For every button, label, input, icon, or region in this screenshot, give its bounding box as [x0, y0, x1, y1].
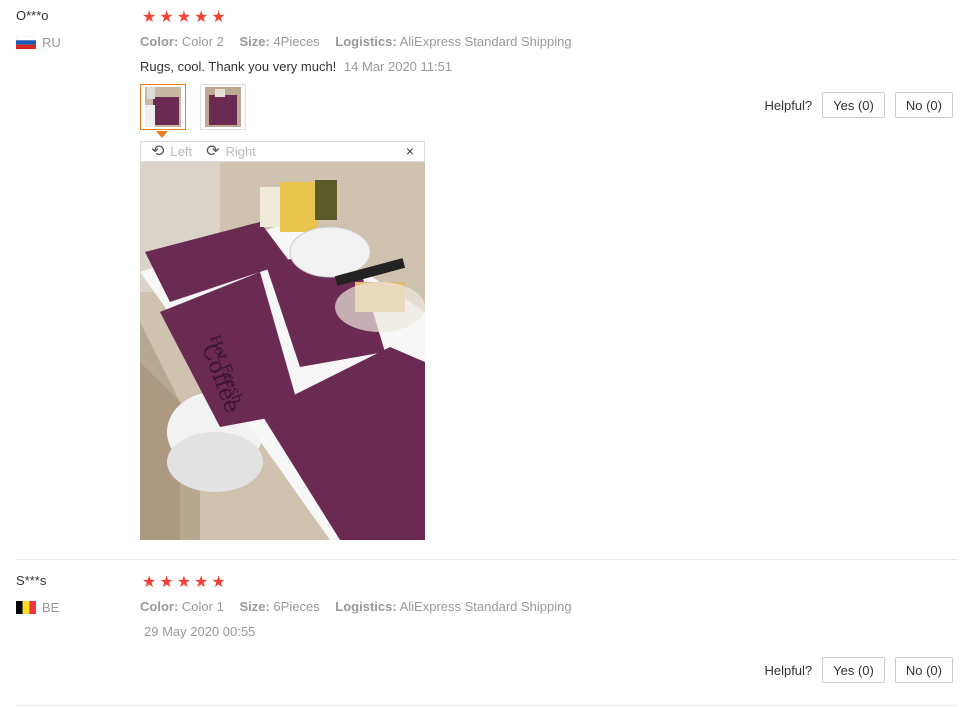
logistics-value: AliExpress Standard Shipping — [399, 599, 572, 614]
helpful-no-button[interactable]: No (0) — [894, 657, 953, 683]
reviewer-country: RU — [16, 35, 61, 50]
helpful-voting: Helpful? Yes (0) No (0) — [764, 92, 953, 118]
review-photo-image: Hot Fresh Coffee — [140, 162, 425, 540]
rotate-left-icon[interactable]: ⟲ — [151, 143, 164, 160]
review-item: S***s BE ★ ★ ★ ★ ★ Color: Color 1 Size: … — [0, 565, 975, 707]
photo-viewer-toolbar: ⟲ Left ⟳ Right × — [140, 141, 425, 162]
photo-thumbnail[interactable] — [200, 84, 246, 130]
star-icon: ★ — [159, 574, 174, 591]
review-photo: Hot Fresh Coffee — [140, 162, 425, 540]
photo-thumbnail[interactable] — [140, 84, 186, 130]
logistics-value: AliExpress Standard Shipping — [399, 34, 572, 49]
russia-flag-icon — [16, 36, 36, 49]
country-code: BE — [42, 600, 60, 615]
helpful-voting: Helpful? Yes (0) No (0) — [764, 657, 953, 683]
reviewer-country: BE — [16, 600, 59, 615]
helpful-label: Helpful? — [764, 97, 813, 113]
star-rating: ★ ★ ★ ★ ★ — [142, 10, 226, 26]
color-key: Color: — [140, 599, 179, 614]
review-date: 14 Mar 2020 11:51 — [343, 59, 453, 74]
thumbnail-pointer — [156, 131, 168, 138]
size-value: 6Pieces — [273, 599, 320, 614]
size-key: Size: — [239, 34, 270, 49]
review-divider — [16, 559, 958, 560]
rotate-right-icon[interactable]: ⟳ — [206, 143, 219, 160]
helpful-label: Helpful? — [764, 662, 813, 678]
color-value: Color 2 — [181, 34, 224, 49]
close-icon[interactable]: × — [406, 143, 414, 159]
size-key: Size: — [239, 599, 270, 614]
review-text-row: 29 May 2020 00:55 — [140, 624, 255, 639]
order-attributes: Color: Color 2 Size: 4Pieces Logistics: … — [140, 34, 584, 49]
star-icon: ★ — [142, 9, 157, 26]
star-icon: ★ — [176, 9, 192, 26]
rotate-right-label[interactable]: Right — [226, 144, 256, 159]
helpful-yes-button[interactable]: Yes (0) — [822, 92, 885, 118]
review-item: O***o RU ★ ★ ★ ★ ★ Color: Color 2 Size: … — [0, 0, 975, 560]
star-icon: ★ — [211, 574, 226, 591]
review-divider — [16, 705, 958, 706]
rotate-left-label[interactable]: Left — [170, 144, 192, 159]
star-icon: ★ — [159, 9, 174, 26]
thumbnail-image — [145, 87, 181, 127]
star-icon: ★ — [142, 574, 157, 591]
reviewer-name: S***s — [16, 573, 47, 588]
helpful-yes-button[interactable]: Yes (0) — [822, 657, 885, 683]
photo-thumbnails — [140, 84, 246, 130]
logistics-key: Logistics: — [335, 599, 397, 614]
color-value: Color 1 — [181, 599, 224, 614]
reviewer-name: O***o — [16, 8, 49, 23]
star-icon: ★ — [194, 9, 209, 26]
star-icon: ★ — [211, 9, 226, 26]
color-key: Color: — [140, 34, 179, 49]
star-icon: ★ — [176, 574, 192, 591]
review-text: Rugs, cool. Thank you very much! — [140, 59, 337, 74]
belgium-flag-icon — [16, 601, 36, 614]
size-value: 4Pieces — [273, 34, 320, 49]
helpful-no-button[interactable]: No (0) — [894, 92, 953, 118]
review-text-row: Rugs, cool. Thank you very much! 14 Mar … — [140, 59, 452, 74]
country-code: RU — [42, 35, 61, 50]
order-attributes: Color: Color 1 Size: 6Pieces Logistics: … — [140, 599, 584, 614]
logistics-key: Logistics: — [335, 34, 397, 49]
review-date: 29 May 2020 00:55 — [144, 624, 256, 639]
star-icon: ★ — [194, 574, 209, 591]
star-rating: ★ ★ ★ ★ ★ — [142, 575, 226, 591]
thumbnail-image — [205, 87, 241, 127]
